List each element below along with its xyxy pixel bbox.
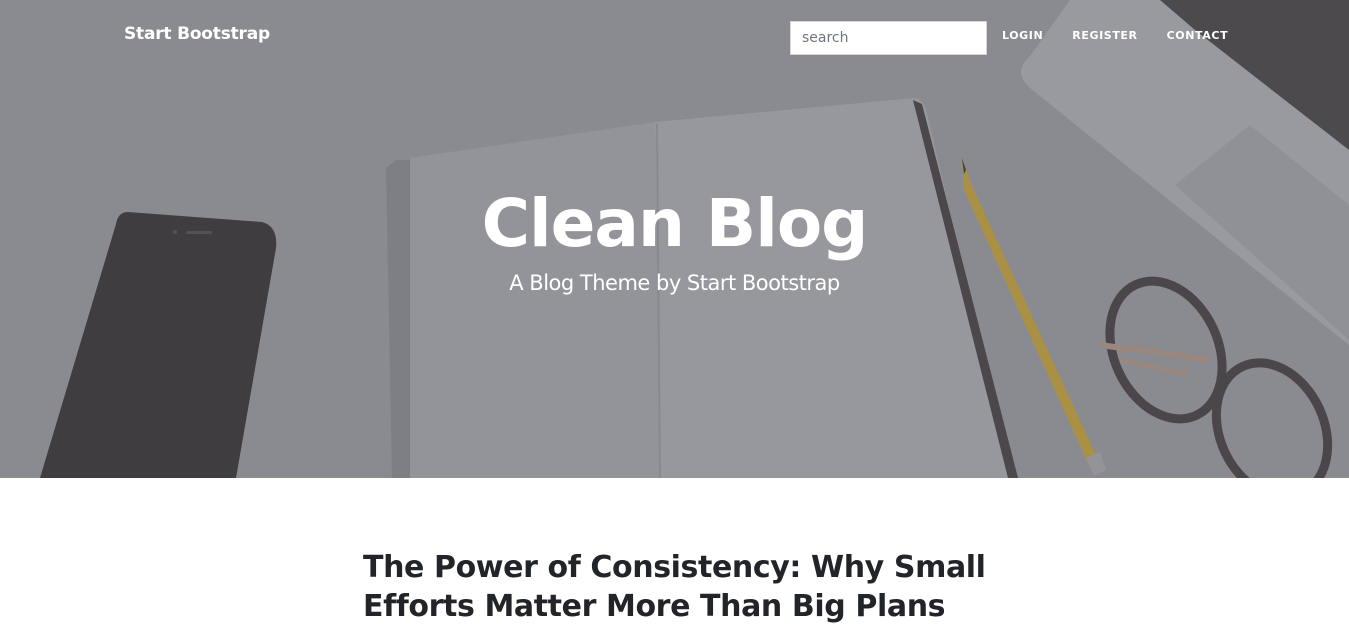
site-subtitle: A Blog Theme by Start Bootstrap [509,271,840,295]
nav-links: LOGIN REGISTER CONTACT [1002,29,1257,42]
masthead: Start Bootstrap LOGIN REGISTER CONTACT C… [0,0,1349,478]
navbar: Start Bootstrap LOGIN REGISTER CONTACT [0,0,1349,72]
brand-link[interactable]: Start Bootstrap [124,24,270,44]
site-title: Clean Blog [481,185,869,262]
login-link[interactable]: LOGIN [1002,29,1043,42]
site-heading: Clean Blog A Blog Theme by Start Bootstr… [0,182,1349,298]
register-link[interactable]: REGISTER [1072,29,1137,42]
search-input[interactable] [790,21,987,55]
contact-link[interactable]: CONTACT [1167,29,1229,42]
post-title[interactable]: The Power of Consistency: Why Small Effo… [363,548,1003,626]
post-preview[interactable]: The Power of Consistency: Why Small Effo… [363,548,1003,626]
